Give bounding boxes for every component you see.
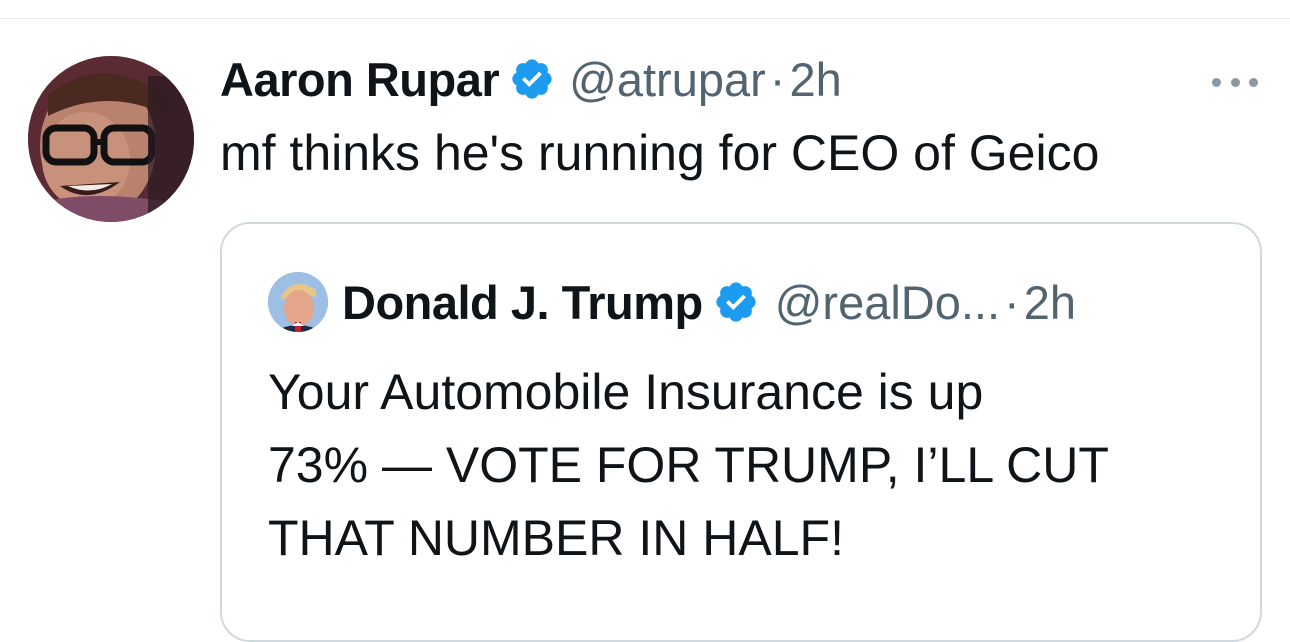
author-handle[interactable]: @atrupar — [569, 52, 766, 107]
tweet-text: mf thinks he's running for CEO of Geico — [220, 125, 1100, 181]
quoted-author-name[interactable]: Donald J. Trump — [342, 275, 703, 330]
quoted-tweet-text: Your Automobile Insurance is up 73% — VO… — [268, 364, 1109, 566]
separator-dot: · — [1004, 275, 1020, 329]
separator-dot: · — [769, 52, 786, 106]
more-dot — [1230, 77, 1240, 87]
quoted-tweet-card[interactable]: Donald J. Trump @realDo... · 2h Your Aut… — [220, 222, 1262, 642]
quoted-author-avatar[interactable] — [268, 272, 328, 332]
author-name[interactable]: Aaron Rupar — [220, 52, 500, 107]
tweet-timestamp[interactable]: 2h — [789, 52, 841, 107]
quoted-tweet-timestamp[interactable]: 2h — [1024, 275, 1076, 330]
more-dot — [1249, 77, 1258, 87]
author-avatar[interactable] — [28, 56, 194, 222]
tweet-header: Aaron Rupar @atrupar · 2h — [220, 49, 842, 109]
verified-badge-icon — [713, 279, 759, 325]
more-options-icon[interactable] — [1212, 77, 1258, 87]
quoted-author-handle[interactable]: @realDo... — [775, 275, 1000, 330]
quoted-tweet-header: Donald J. Trump @realDo... · 2h — [268, 270, 1076, 334]
tweet[interactable]: Aaron Rupar @atrupar · 2h mf thinks he's… — [0, 19, 1290, 642]
verified-badge-icon — [509, 56, 555, 102]
more-dot — [1212, 77, 1221, 87]
